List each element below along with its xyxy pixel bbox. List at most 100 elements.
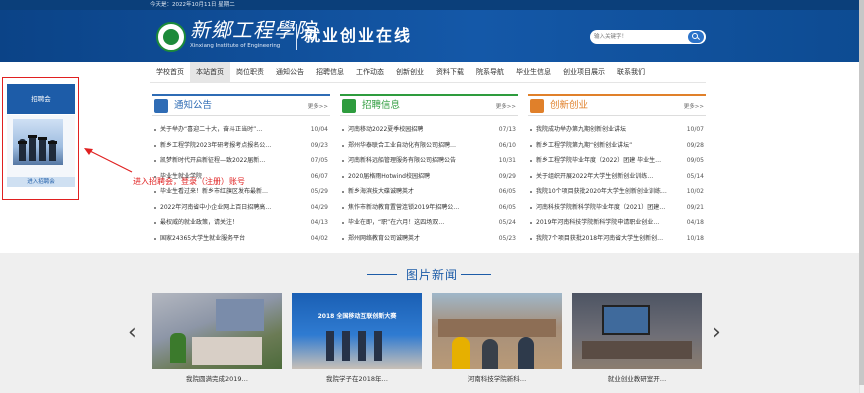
item-title[interactable]: 最权威的就业政策，请关注！ [160, 215, 300, 231]
list-item[interactable]: 我院成功举办第九期创新创业讲坛 10/07 [528, 122, 706, 138]
enter-recruitment-fair-link[interactable]: 进入招聘会 [7, 177, 75, 187]
title-line-right [461, 274, 491, 275]
nav-item[interactable]: 通知公告 [270, 62, 310, 82]
nav-item[interactable]: 创业项目展示 [557, 62, 611, 82]
item-title[interactable]: 河南移动2022夏季校园招聘 [348, 122, 488, 138]
list-item[interactable]: 最权威的就业政策，请关注！ 04/13 [152, 215, 330, 231]
nav-item[interactable]: 联系我们 [611, 62, 651, 82]
bullet-icon [530, 144, 532, 147]
list-item[interactable]: 新乡工程学院2023年研考报考点报名公… 09/23 [152, 138, 330, 154]
recruitment-fair-widget[interactable]: 招聘会 进入招聘会 [2, 77, 79, 200]
list-item[interactable]: 2022年河南省中小企业网上百日招聘高… 04/29 [152, 200, 330, 216]
photo-news-image-1[interactable] [152, 293, 282, 369]
nav-item[interactable]: 本站首页 [190, 62, 230, 82]
photo-caption-3[interactable]: 河南科技学院新科… [432, 373, 562, 383]
bullet-icon [342, 222, 344, 224]
item-title[interactable]: 我院成功举办第九期创新创业讲坛 [536, 122, 676, 138]
item-title[interactable]: 国家24365大学生就业服务平台 [160, 231, 300, 247]
nav-item[interactable]: 岗位职责 [230, 62, 270, 82]
list-item[interactable]: 凯梦新时代开启新征程—致2022届新… 07/05 [152, 153, 330, 169]
item-title[interactable]: 焦作市新动教育置营连锁2019年招聘公… [348, 200, 488, 216]
more-link[interactable]: 更多>> [496, 102, 516, 110]
item-title[interactable]: 关于举办“喜迎二十大，奋斗正当时”… [160, 122, 300, 138]
list-item[interactable]: 我院7个项目获批2018年河南省大学生创新创… 10/18 [528, 231, 706, 247]
carousel-next-arrow-icon[interactable]: › [712, 320, 721, 345]
item-title[interactable]: 毕业在即，“职”在六月！这四场双… [348, 215, 488, 231]
item-title[interactable]: 2020届格雨Hotwind校园招聘 [348, 169, 488, 185]
nav-divider [150, 82, 706, 83]
list-item[interactable]: 我院10个项目获批2020年大学生创新创业训练… 10/02 [528, 184, 706, 200]
item-title[interactable]: 河南新科远船管理服务有限公司招聘公告 [348, 153, 488, 169]
item-date: 06/07 [310, 172, 328, 180]
item-title[interactable]: 新乡海滨技大碟诚聘英才 [348, 184, 488, 200]
list-item[interactable]: 郑州网络教育公司诚聘英才 05/23 [340, 231, 518, 247]
search-input[interactable] [594, 32, 684, 42]
nav-item[interactable]: 资料下载 [430, 62, 470, 82]
list-item[interactable]: 新乡工程学院第九期“创新创业讲坛” 09/28 [528, 138, 706, 154]
item-date: 09/28 [686, 141, 704, 149]
item-title[interactable]: 郑州华泰联合工业自动化有限公司招聘… [348, 138, 488, 154]
item-title[interactable]: 我院10个项目获批2020年大学生创新创业训练… [536, 184, 676, 200]
item-title[interactable]: 郑州网络教育公司诚聘英才 [348, 231, 488, 247]
list-item[interactable]: 河南移动2022夏季校园招聘 07/13 [340, 122, 518, 138]
list-item[interactable]: 新乡工程学院毕业年度（2022）团建 毕业生… 09/05 [528, 153, 706, 169]
item-title[interactable]: 毕业生看过来！新乡市红旗区发布最新… [160, 184, 300, 200]
list-item[interactable]: 毕业生看过来！新乡市红旗区发布最新… 05/29 [152, 184, 330, 200]
more-link[interactable]: 更多>> [308, 102, 328, 110]
photo-caption-1[interactable]: 我院圆满完成2019… [152, 373, 282, 383]
list-item[interactable]: 毕业在即，“职”在六月！这四场双… 05/24 [340, 215, 518, 231]
scrollbar[interactable] [859, 0, 864, 393]
list-item[interactable]: 新乡海滨技大碟诚聘英才 06/05 [340, 184, 518, 200]
site-title: 就业创业在线 [304, 26, 413, 45]
item-title[interactable]: 新乡工程学院毕业年度（2022）团建 毕业生… [536, 153, 676, 169]
nav-item[interactable]: 毕业生信息 [510, 62, 557, 82]
list-item[interactable]: 2020届格雨Hotwind校园招聘 09/29 [340, 169, 518, 185]
graduates-image[interactable] [13, 119, 63, 165]
item-date: 10/31 [498, 157, 516, 164]
scrollbar-thumb[interactable] [859, 0, 864, 385]
bullet-icon [530, 160, 532, 162]
list-item[interactable]: 毕业生就业学院 06/07 [152, 169, 330, 185]
item-title[interactable]: 河南科技学院新科学院毕业年度（2021）团建… [536, 200, 676, 216]
school-name[interactable]: 新鄉工程學院 [190, 19, 316, 41]
nav-item[interactable]: 招聘信息 [310, 62, 350, 82]
column-title[interactable]: 招聘信息 [362, 99, 400, 113]
item-date: 10/18 [686, 234, 704, 242]
list-item[interactable]: 河南新科远船管理服务有限公司招聘公告 10/31 [340, 153, 518, 169]
photo-caption-2[interactable]: 我院学子在2018年… [292, 373, 422, 383]
photo-caption-4[interactable]: 就业创业教研室开… [572, 373, 702, 383]
bullet-icon [530, 175, 532, 178]
item-title[interactable]: 我院7个项目获批2018年河南省大学生创新创… [536, 231, 676, 247]
list-item[interactable]: 焦作市新动教育置营连锁2019年招聘公… 06/05 [340, 200, 518, 216]
photo-news-title: 图片新闻 [405, 268, 458, 282]
column-title[interactable]: 通知公告 [174, 99, 212, 113]
item-title[interactable]: 2019年河南科技学院新科学院申请职业创业… [536, 215, 676, 231]
more-link[interactable]: 更多>> [684, 102, 704, 110]
item-title[interactable]: 新乡工程学院第九期“创新创业讲坛” [536, 138, 676, 154]
item-date: 09/05 [686, 157, 704, 164]
nav-item[interactable]: 学校首页 [150, 62, 190, 82]
photo-news-image-3[interactable] [432, 293, 562, 369]
current-date: 今天是：2022年10月11日 星期二 [150, 2, 235, 8]
item-title[interactable]: 2022年河南省中小企业网上百日招聘高… [160, 200, 300, 216]
list-item[interactable]: 国家24365大学生就业服务平台 04/02 [152, 231, 330, 247]
item-title[interactable]: 毕业生就业学院 [160, 169, 300, 185]
column-title[interactable]: 创新创业 [550, 99, 588, 113]
list-item[interactable]: 关于组织开展2022年大学生创新创业训练… 05/14 [528, 169, 706, 185]
nav-item[interactable]: 创新创业 [390, 62, 430, 82]
photo-news-image-4[interactable] [572, 293, 702, 369]
nav-item[interactable]: 院系导航 [470, 62, 510, 82]
school-logo-icon[interactable] [156, 22, 186, 52]
nav-item[interactable]: 工作动态 [350, 62, 390, 82]
list-item[interactable]: 郑州华泰联合工业自动化有限公司招聘… 06/10 [340, 138, 518, 154]
item-title[interactable]: 凯梦新时代开启新征程—致2022届新… [160, 153, 300, 169]
search-button[interactable] [688, 31, 704, 43]
recruitment-fair-title[interactable]: 招聘会 [7, 84, 75, 114]
photo-news-image-2[interactable]: 2018 全国移动互联创新大赛 [292, 293, 422, 369]
item-title[interactable]: 新乡工程学院2023年研考报考点报名公… [160, 138, 300, 154]
carousel-prev-arrow-icon[interactable]: ‹ [128, 320, 137, 345]
item-title[interactable]: 关于组织开展2022年大学生创新创业训练… [536, 169, 676, 185]
list-item[interactable]: 2019年河南科技学院新科学院申请职业创业… 04/18 [528, 215, 706, 231]
list-item[interactable]: 关于举办“喜迎二十大，奋斗正当时”… 10/04 [152, 122, 330, 138]
list-item[interactable]: 河南科技学院新科学院毕业年度（2021）团建… 09/21 [528, 200, 706, 216]
